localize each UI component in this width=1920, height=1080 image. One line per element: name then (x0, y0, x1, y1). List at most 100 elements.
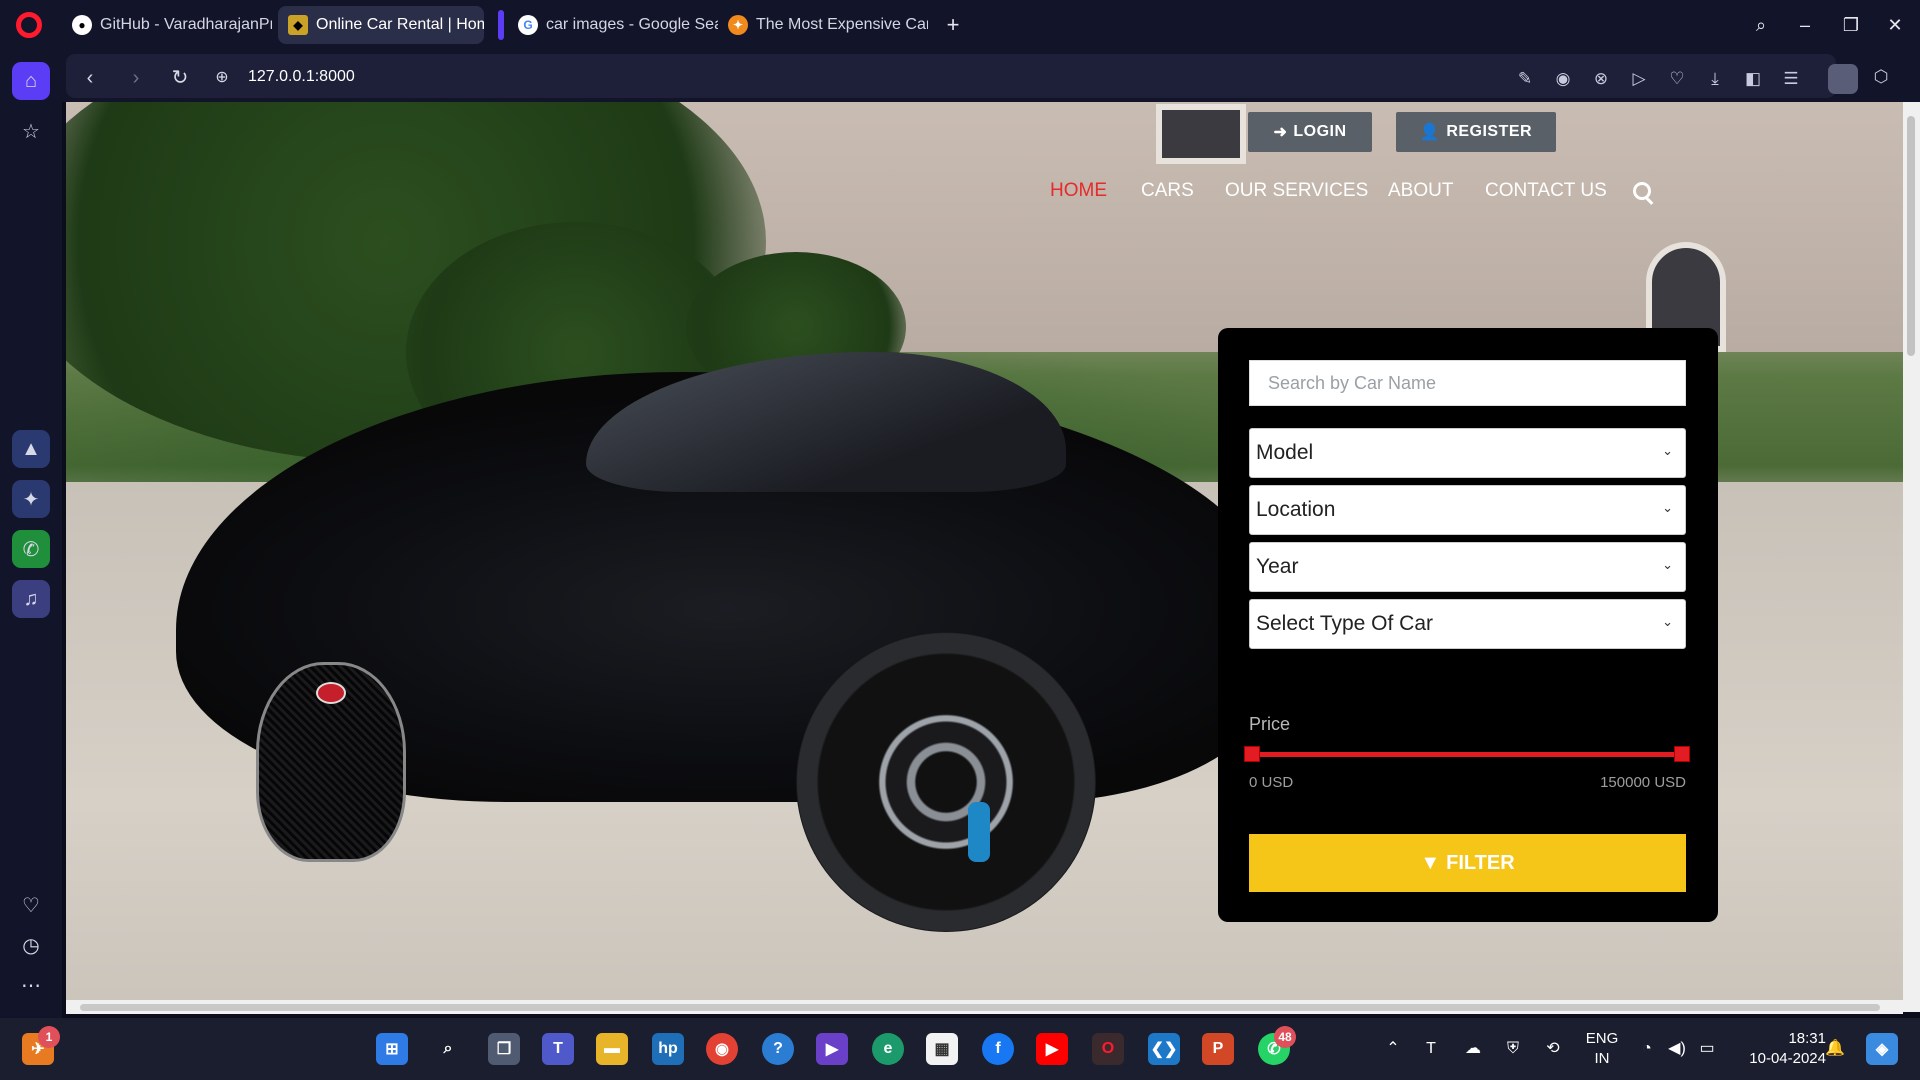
star-icon[interactable]: ☆ (12, 112, 50, 150)
battery-icon[interactable]: ▭ (1696, 1038, 1718, 1060)
vscode-icon[interactable]: ❮❯ (1148, 1033, 1180, 1065)
teams-icon[interactable]: T (542, 1033, 574, 1065)
nav-cars[interactable]: CARS (1141, 180, 1194, 202)
help-icon[interactable]: ? (762, 1033, 794, 1065)
tab-search-icon[interactable]: ⌕ (1748, 12, 1774, 38)
file-explorer-icon[interactable]: ▬ (596, 1033, 628, 1065)
new-tab-plus-icon[interactable]: + (940, 12, 966, 38)
music-player-icon[interactable]: ♫ (12, 580, 50, 618)
onedrive-icon[interactable]: ☁ (1462, 1038, 1484, 1060)
close-icon[interactable]: ✕ (1882, 12, 1908, 38)
whatsapp-icon[interactable]: ✆ (12, 530, 50, 568)
teams-tray-icon[interactable]: T (1420, 1038, 1442, 1060)
model-select[interactable]: Model ⌄ (1249, 428, 1686, 478)
tab-online-car-rental[interactable]: ◆ Online Car Rental | Home (278, 6, 484, 44)
horizontal-scrollbar-thumb[interactable] (80, 1004, 1880, 1011)
chevron-up-icon[interactable]: ⌃ (1382, 1038, 1404, 1060)
notification-badge: 48 (1274, 1026, 1296, 1048)
youtube-icon[interactable]: ▶ (1036, 1033, 1068, 1065)
hero-car-badge (316, 682, 346, 704)
nav-our-services[interactable]: OUR SERVICES (1225, 180, 1368, 202)
edge-icon[interactable]: e (872, 1033, 904, 1065)
nav-about[interactable]: ABOUT (1388, 180, 1453, 202)
model-select-value: Model (1256, 441, 1314, 464)
price-slider-track[interactable] (1252, 752, 1680, 757)
site-info-globe-icon[interactable]: ⊕ (208, 64, 236, 92)
volume-icon[interactable]: ◀) (1666, 1038, 1688, 1060)
tab-label: The Most Expensive Car In (756, 16, 928, 33)
filter-button[interactable]: ▼ FILTER (1249, 834, 1686, 892)
tab-google-search[interactable]: G car images - Google Searc (508, 6, 718, 44)
notification-badge: 1 (38, 1026, 60, 1048)
url-box[interactable]: ‹ › ↻ ⊕ 127.0.0.1:8000 ✎ ◉ ⊗ ▷ ♡ ⤓ ◧ ☰ (66, 54, 1858, 98)
location-select[interactable]: Location ⌄ (1249, 485, 1686, 535)
clock-date[interactable]: 10-04-2024 (1734, 1050, 1826, 1067)
aria-icon[interactable]: ▲ (12, 430, 50, 468)
microsoft-store-icon[interactable]: ▦ (926, 1033, 958, 1065)
facebook-icon[interactable]: f (982, 1033, 1014, 1065)
battery-saver-icon[interactable]: ◧ (1740, 66, 1766, 92)
tab-expensive-car[interactable]: ✦ The Most Expensive Car In (718, 6, 928, 44)
year-select[interactable]: Year ⌄ (1249, 542, 1686, 592)
opera-logo-icon[interactable] (16, 12, 42, 38)
messenger-icon[interactable]: ✦ (12, 480, 50, 518)
history-clock-icon[interactable]: ◷ (12, 926, 50, 964)
extensions-cube-icon[interactable]: ⬡ (1868, 64, 1894, 90)
adblock-icon[interactable]: ⊗ (1588, 66, 1614, 92)
region-label[interactable]: IN (1584, 1050, 1620, 1067)
edit-icon[interactable]: ✎ (1512, 66, 1538, 92)
home-icon[interactable]: ⌂ (12, 62, 50, 100)
price-slider-max-handle[interactable] (1674, 746, 1690, 762)
register-button[interactable]: 👤 REGISTER (1396, 112, 1556, 152)
task-view-icon[interactable]: ❐ (488, 1033, 520, 1065)
sign-in-icon: ➜ (1273, 124, 1288, 141)
windows-start-icon[interactable]: ⊞ (376, 1033, 408, 1065)
heart-icon[interactable]: ♡ (1664, 66, 1690, 92)
sync-icon[interactable]: ⟲ (1542, 1038, 1564, 1060)
heart-icon[interactable]: ♡ (12, 886, 50, 924)
download-icon[interactable]: ⤓ (1702, 66, 1728, 92)
login-button[interactable]: ➜ LOGIN (1248, 112, 1372, 152)
media-player-icon[interactable]: ▶ (816, 1033, 848, 1065)
car-name-search-input[interactable]: Search by Car Name (1249, 360, 1686, 406)
forward-icon[interactable]: › (122, 64, 150, 92)
vertical-scrollbar[interactable] (1903, 102, 1920, 1012)
more-icon[interactable]: ⋯ (12, 966, 50, 1004)
nav-home[interactable]: HOME (1050, 180, 1107, 202)
profile-avatar-icon[interactable] (1828, 64, 1858, 94)
hero-car-front-wheel (796, 632, 1096, 932)
powerpoint-icon[interactable]: P (1202, 1033, 1234, 1065)
camera-icon[interactable]: ◉ (1550, 66, 1576, 92)
tab-github[interactable]: ● GitHub - VaradharajanProj (62, 6, 272, 44)
vertical-scrollbar-thumb[interactable] (1907, 116, 1915, 356)
filter-funnel-icon: ▼ (1420, 851, 1441, 874)
nav-contact-us[interactable]: CONTACT US (1485, 180, 1607, 202)
restore-icon[interactable]: ❐ (1838, 12, 1864, 38)
chevron-down-icon: ⌄ (1662, 443, 1673, 458)
flow-send-icon[interactable]: ▷ (1626, 66, 1652, 92)
register-label: REGISTER (1446, 123, 1533, 140)
wifi-icon[interactable]: ◔ (1636, 1038, 1658, 1060)
copilot-icon[interactable]: ◈ (1866, 1033, 1898, 1065)
language-label[interactable]: ENG (1584, 1030, 1620, 1047)
opera-icon[interactable]: O (1092, 1033, 1124, 1065)
chevron-down-icon: ⌄ (1662, 557, 1673, 572)
price-slider-min-handle[interactable] (1244, 746, 1260, 762)
notification-bell-icon[interactable]: 🔔 (1824, 1038, 1846, 1060)
url-text[interactable]: 127.0.0.1:8000 (248, 68, 355, 86)
myhp-icon[interactable]: hp (652, 1033, 684, 1065)
car-type-select[interactable]: Select Type Of Car ⌄ (1249, 599, 1686, 649)
google-icon: G (518, 15, 538, 35)
defender-shield-icon[interactable]: ⛨ (1502, 1038, 1524, 1060)
tab-label: GitHub - VaradharajanProj (100, 16, 272, 33)
back-icon[interactable]: ‹ (76, 64, 104, 92)
tab-label: car images - Google Searc (546, 16, 718, 33)
minimize-icon[interactable]: – (1792, 12, 1818, 38)
search-icon[interactable] (1633, 182, 1651, 200)
search-icon[interactable]: ⌕ (432, 1033, 464, 1065)
chrome-icon[interactable]: ◉ (706, 1033, 738, 1065)
easy-setup-icon[interactable]: ☰ (1778, 66, 1804, 92)
horizontal-scrollbar[interactable] (66, 1000, 1903, 1014)
reload-icon[interactable]: ↻ (166, 64, 194, 92)
clock-time[interactable]: 18:31 (1734, 1030, 1826, 1047)
